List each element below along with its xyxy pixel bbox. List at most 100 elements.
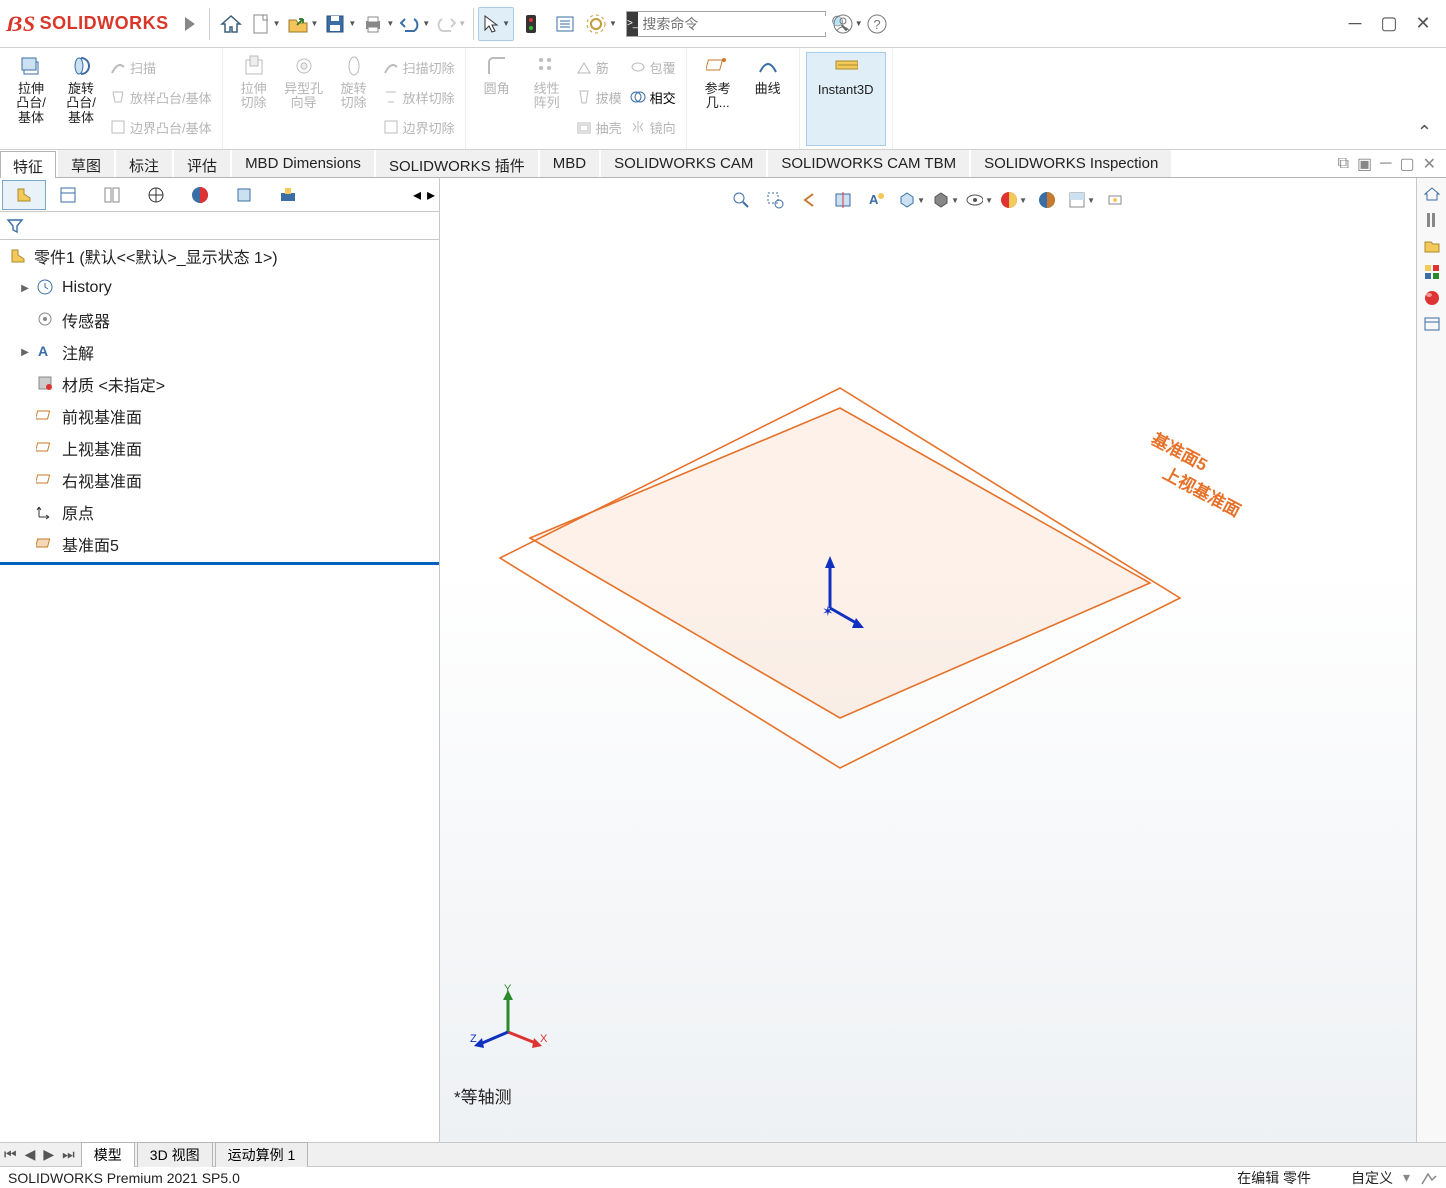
tree-sensors[interactable]: 传感器 — [0, 304, 439, 336]
view-orientation-button[interactable]: ▼ — [897, 186, 925, 214]
command-search[interactable]: >_ 🔍 ▼ — [626, 11, 826, 37]
fm-tab-config[interactable] — [90, 180, 134, 210]
mirror-button[interactable]: 镜向 — [626, 112, 680, 142]
select-tool-button[interactable]: ▼ — [478, 7, 514, 41]
instant3d-button[interactable]: Instant3D — [806, 52, 886, 146]
tab-evaluate[interactable]: 评估 — [174, 150, 230, 177]
boundary-cut-button[interactable]: 边界切除 — [379, 112, 459, 142]
edit-appearance-button[interactable]: ▼ — [999, 186, 1027, 214]
loft-cut-button[interactable]: 放样切除 — [379, 82, 459, 112]
save-button[interactable]: ▼ — [321, 7, 359, 41]
fm-tab-tree[interactable] — [2, 180, 46, 210]
taskpane-appearances[interactable] — [1420, 286, 1444, 310]
home-button[interactable] — [214, 7, 248, 41]
tab-mbd[interactable]: MBD — [540, 150, 599, 177]
bottom-tab-model[interactable]: 模型 — [81, 1142, 135, 1167]
tab-last[interactable]: ⏭ — [58, 1146, 79, 1163]
fm-tab-dimxpert[interactable] — [134, 180, 178, 210]
tree-top-plane[interactable]: 上视基准面 — [0, 432, 439, 464]
sweep-cut-button[interactable]: 扫描切除 — [379, 52, 459, 82]
print-button[interactable]: ▼ — [359, 7, 397, 41]
doc-close-icon[interactable]: ✕ — [1423, 154, 1436, 174]
maximize-button[interactable]: ▢ — [1372, 7, 1406, 41]
tree-root[interactable]: 零件1 (默认<<默认>_显示状态 1>) — [0, 240, 439, 272]
new-document-button[interactable]: ▼ — [248, 7, 284, 41]
taskpane-view-palette[interactable] — [1420, 260, 1444, 284]
tab-sw-inspection[interactable]: SOLIDWORKS Inspection — [971, 150, 1171, 177]
bottom-tab-motion[interactable]: 运动算例 1 — [215, 1142, 309, 1167]
sweep-button[interactable]: 扫描 — [106, 52, 216, 82]
taskpane-custom-properties[interactable] — [1420, 312, 1444, 336]
rebuild-button[interactable] — [514, 7, 548, 41]
tree-origin[interactable]: 原点 — [0, 496, 439, 528]
rollback-bar[interactable] — [0, 562, 439, 565]
boundary-boss-button[interactable]: 边界凸台/基体 — [106, 112, 216, 142]
tree-plane5[interactable]: 基准面5 — [0, 528, 439, 560]
fm-tab-extra1[interactable] — [222, 180, 266, 210]
render-tools-button[interactable] — [1101, 186, 1129, 214]
hide-show-button[interactable]: ▼ — [965, 186, 993, 214]
tab-mbd-dimensions[interactable]: MBD Dimensions — [232, 150, 374, 177]
taskpane-home[interactable] — [1420, 182, 1444, 206]
user-profile-button[interactable] — [826, 7, 860, 41]
tab-first[interactable]: ⏮ — [0, 1146, 21, 1163]
tree-front-plane[interactable]: 前视基准面 — [0, 400, 439, 432]
shell-button[interactable]: 抽壳 — [572, 112, 626, 142]
view-settings-button[interactable]: ▼ — [1067, 186, 1095, 214]
minimize-button[interactable]: ─ — [1338, 7, 1372, 41]
collapse-ribbon-button[interactable]: ⌃ — [1403, 116, 1446, 149]
help-button[interactable]: ? — [860, 7, 894, 41]
fm-tab-property[interactable] — [46, 180, 90, 210]
doc-new-icon[interactable]: ⧉ — [1338, 155, 1349, 173]
zoom-area-button[interactable] — [761, 186, 789, 214]
file-properties-button[interactable] — [548, 7, 582, 41]
tree-history[interactable]: ▶History — [0, 272, 439, 304]
graphics-viewport[interactable]: A ▼ ▼ ▼ ▼ ▼ ✶ 基准面5 上视基准面 — [440, 178, 1416, 1142]
zoom-fit-button[interactable] — [727, 186, 755, 214]
status-settings-icon[interactable] — [1420, 1170, 1438, 1186]
redo-button[interactable]: ▼ — [433, 7, 469, 41]
loft-boss-button[interactable]: 放样凸台/基体 — [106, 82, 216, 112]
fm-tabs-scroll-left[interactable]: ◂ — [411, 185, 423, 205]
status-ui-mode[interactable]: 自定义 — [1351, 1168, 1393, 1188]
revolve-boss-button[interactable]: 旋转 凸台/ 基体 — [56, 52, 106, 146]
fm-tab-extra2[interactable] — [266, 180, 310, 210]
open-document-button[interactable]: ▼ — [284, 7, 322, 41]
doc-minimize-icon[interactable]: ─ — [1380, 155, 1391, 173]
close-button[interactable]: ✕ — [1406, 7, 1440, 41]
tab-sw-addins[interactable]: SOLIDWORKS 插件 — [376, 150, 538, 177]
tab-prev[interactable]: ◀ — [21, 1146, 40, 1163]
doc-restore-icon[interactable]: ▣ — [1357, 154, 1372, 174]
tab-sketch[interactable]: 草图 — [58, 150, 114, 177]
doc-maximize-icon[interactable]: ▢ — [1399, 154, 1414, 174]
undo-button[interactable]: ▼ — [397, 7, 433, 41]
fm-tabs-scroll-right[interactable]: ▸ — [423, 185, 439, 205]
coordinate-triad[interactable]: X Y Z — [468, 982, 548, 1062]
wrap-button[interactable]: 包覆 — [626, 52, 680, 82]
dynamic-annotation-button[interactable]: A — [863, 186, 891, 214]
cut-extrude-button[interactable]: 拉伸 切除 — [229, 52, 279, 146]
tab-annotate[interactable]: 标注 — [116, 150, 172, 177]
tree-annotations[interactable]: ▶A注解 — [0, 336, 439, 368]
tab-next[interactable]: ▶ — [39, 1146, 58, 1163]
reference-geometry-button[interactable]: 参考 几... — [693, 52, 743, 146]
tree-material[interactable]: 材质 <未指定> — [0, 368, 439, 400]
filter-icon[interactable] — [6, 217, 24, 235]
linear-pattern-button[interactable]: 线性 阵列 — [522, 52, 572, 146]
taskpane-file-explorer[interactable] — [1420, 234, 1444, 258]
draft-button[interactable]: 拔模 — [572, 82, 626, 112]
section-view-button[interactable] — [829, 186, 857, 214]
hole-wizard-button[interactable]: 异型孔 向导 — [279, 52, 329, 146]
previous-view-button[interactable] — [795, 186, 823, 214]
curves-button[interactable]: 曲线 — [743, 52, 793, 146]
taskpane-design-library[interactable] — [1420, 208, 1444, 232]
fm-tab-display[interactable] — [178, 180, 222, 210]
play-icon[interactable] — [185, 17, 195, 31]
apply-scene-button[interactable] — [1033, 186, 1061, 214]
cut-revolve-button[interactable]: 旋转 切除 — [329, 52, 379, 146]
tab-sw-cam[interactable]: SOLIDWORKS CAM — [601, 150, 766, 177]
bottom-tab-3dviews[interactable]: 3D 视图 — [137, 1142, 213, 1167]
intersect-button[interactable]: 相交 — [626, 82, 680, 112]
options-button[interactable]: ▼ — [582, 7, 620, 41]
tab-features[interactable]: 特征 — [0, 151, 56, 178]
